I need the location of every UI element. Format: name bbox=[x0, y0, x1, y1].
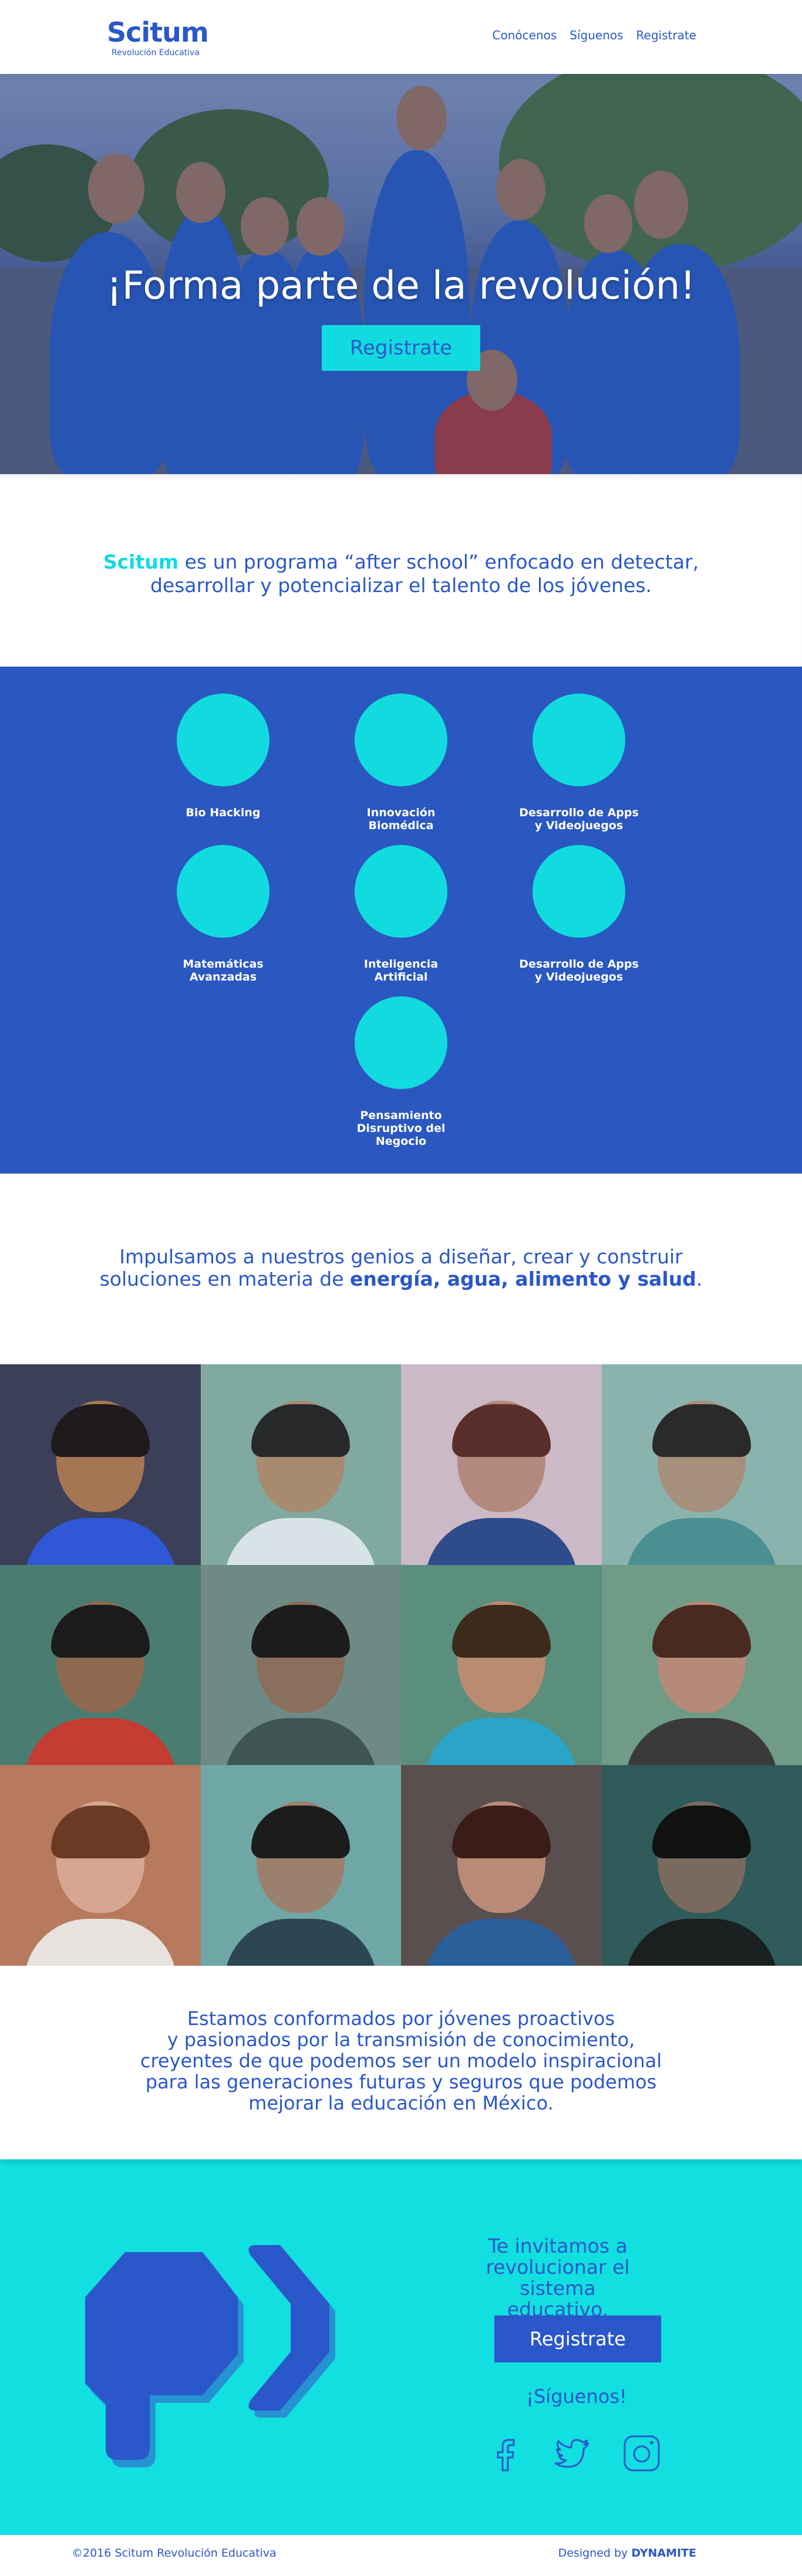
genios-text: Impulsamos a nuestros genios a diseñar, … bbox=[0, 1246, 802, 1290]
intro-section: Scitum es un programa “after school” enf… bbox=[0, 474, 802, 667]
program-icon-circle bbox=[533, 845, 625, 938]
team-photo bbox=[0, 1564, 201, 1766]
program-item-matematicas-avanzadas[interactable]: Matemáticas Avanzadas bbox=[159, 845, 288, 983]
site-logo[interactable]: Scitum Revolución Educativa bbox=[107, 16, 209, 58]
team-photo bbox=[0, 1364, 201, 1565]
team-photo bbox=[601, 1564, 802, 1766]
logo-subtitle: Revolución Educativa bbox=[112, 48, 200, 58]
program-icon-circle bbox=[177, 845, 269, 938]
team-photo bbox=[0, 1765, 201, 1966]
team-photo bbox=[401, 1364, 602, 1565]
genios-line2-end: . bbox=[696, 1267, 703, 1290]
program-icon-circle bbox=[355, 845, 447, 938]
nav-link-conocenos[interactable]: Conócenos bbox=[493, 28, 557, 42]
nav-link-siguenos[interactable]: Síguenos bbox=[570, 28, 623, 42]
facebook-icon[interactable] bbox=[485, 2433, 526, 2474]
program-item-bio-hacking[interactable]: Bio Hacking bbox=[159, 694, 288, 819]
program-icon-circle bbox=[355, 694, 447, 786]
site-header: Scitum Revolución Educativa Conócenos Sí… bbox=[0, 0, 802, 74]
program-icon-circle bbox=[533, 694, 625, 786]
about-section: Estamos conformados por jóvenes proactiv… bbox=[0, 1966, 802, 2159]
cta-invite-text: Te invitamos a revolucionar el sistema e… bbox=[486, 2234, 630, 2321]
intro-text: Scitum es un programa “after school” enf… bbox=[0, 550, 802, 597]
intro-brand: Scitum bbox=[103, 550, 179, 573]
team-photo-grid bbox=[0, 1364, 802, 1966]
program-label: Innovación Biomédica bbox=[366, 806, 436, 832]
genios-line2-start: soluciones en materia de bbox=[99, 1267, 350, 1290]
twitter-icon[interactable] bbox=[552, 2433, 593, 2474]
cta-register-button[interactable]: Registrate bbox=[494, 2315, 661, 2362]
intro-line1: es un programa “after school” enfocado e… bbox=[178, 550, 699, 573]
page: Scitum Revolución Educativa Conócenos Sí… bbox=[0, 0, 802, 2576]
team-photo bbox=[200, 1364, 401, 1565]
nav-link-registrate[interactable]: Registrate bbox=[636, 28, 696, 42]
genios-line1: Impulsamos a nuestros genios a diseñar, … bbox=[119, 1245, 683, 1268]
intro-line2: desarrollar y potencializar el talento d… bbox=[150, 574, 652, 597]
footer-credit: Designed by DYNAMITE bbox=[558, 2547, 696, 2560]
cta-follow-text: ¡Síguenos! bbox=[526, 2385, 627, 2408]
team-photo bbox=[601, 1364, 802, 1565]
program-item-innovacion-biomedica[interactable]: Innovación Biomédica bbox=[336, 694, 466, 832]
footer-copyright: ©2016 Scitum Revolución Educativa bbox=[72, 2547, 277, 2560]
programs-section: Bio Hacking Innovación Biomédica Desarrol… bbox=[0, 667, 802, 1174]
program-label: Matemáticas Avanzadas bbox=[183, 958, 264, 983]
program-label: Desarrollo de Apps y Videojuegos bbox=[519, 958, 639, 983]
program-item-pensamiento-disruptivo[interactable]: Pensamiento Disruptivo del Negocio bbox=[336, 996, 466, 1148]
hero-section: ¡Forma parte de la revolución! Registrat… bbox=[0, 74, 802, 474]
program-icon-circle bbox=[177, 694, 269, 786]
logo-wordmark: Scitum bbox=[107, 16, 209, 48]
program-icon-circle bbox=[355, 996, 447, 1089]
instagram-icon[interactable] bbox=[621, 2433, 662, 2474]
program-item-inteligencia-artificial[interactable]: Inteligencia Artificial bbox=[336, 845, 466, 983]
team-photo bbox=[200, 1564, 401, 1766]
main-nav: Conócenos Síguenos Registrate bbox=[493, 28, 696, 42]
program-label: Inteligencia Artificial bbox=[363, 958, 439, 983]
program-item-desarrollo-apps[interactable]: Desarrollo de Apps y Videojuegos bbox=[514, 694, 643, 832]
scitum-symbol-icon bbox=[85, 2245, 335, 2467]
genios-line2-bold: energía, agua, alimento y salud bbox=[350, 1267, 696, 1290]
team-photo bbox=[601, 1765, 802, 1966]
program-item-desarrollo-apps-2[interactable]: Desarrollo de Apps y Videojuegos bbox=[514, 845, 643, 983]
team-photo bbox=[401, 1765, 602, 1966]
hero-register-button[interactable]: Registrate bbox=[322, 325, 480, 371]
footer-designer-link[interactable]: DYNAMITE bbox=[631, 2547, 696, 2560]
genios-section: Impulsamos a nuestros genios a diseñar, … bbox=[0, 1174, 802, 1364]
program-label: Pensamiento Disruptivo del Negocio bbox=[356, 1109, 446, 1148]
cta-section: Te invitamos a revolucionar el sistema e… bbox=[0, 2159, 802, 2535]
hero-title: ¡Forma parte de la revolución! bbox=[106, 263, 696, 308]
site-footer: ©2016 Scitum Revolución Educativa Design… bbox=[0, 2535, 802, 2576]
team-photo bbox=[401, 1564, 602, 1766]
about-text: Estamos conformados por jóvenes proactiv… bbox=[140, 2007, 662, 2114]
program-label: Bio Hacking bbox=[186, 806, 261, 819]
program-label: Desarrollo de Apps y Videojuegos bbox=[519, 806, 639, 832]
footer-designed-by: Designed by bbox=[558, 2547, 632, 2560]
team-photo bbox=[200, 1765, 401, 1966]
